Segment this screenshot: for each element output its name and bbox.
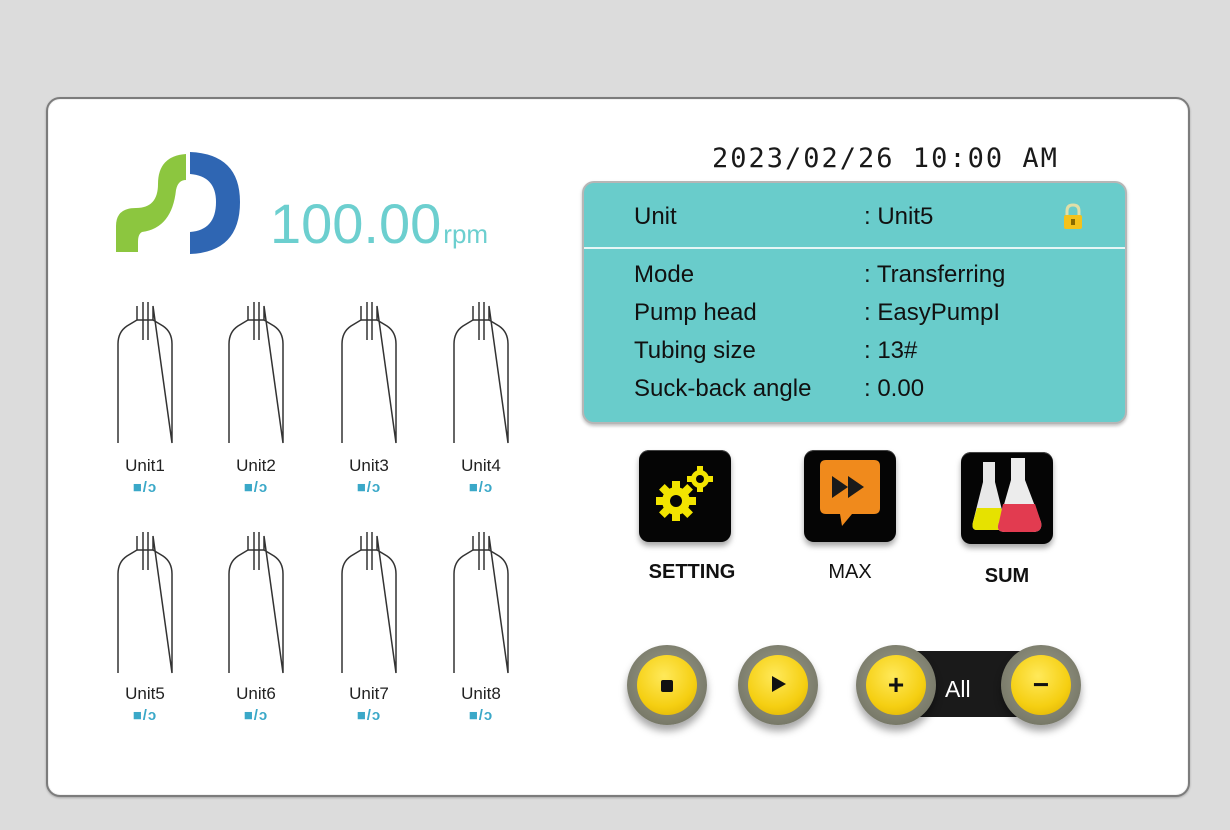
minus-icon: − [1032,669,1050,700]
bottle-8[interactable] [451,532,511,674]
setting-label: SETTING [648,561,736,583]
unit-status-stop-reverse[interactable]: ■/ↄ [216,479,296,496]
panel-row-value: : EasyPumpI [864,299,1001,326]
unit-status-stop-reverse[interactable]: ■/ↄ [329,707,409,724]
brand-logo [112,150,242,256]
unit-label: Unit5 [125,684,165,703]
panel-row-suck-back-angle: Suck-back angle : 0.00 [634,375,924,403]
unit-selector-label: All [945,676,971,702]
sum-button[interactable] [961,452,1053,544]
unit-label: Unit7 [349,684,389,703]
unit-status-stop-reverse[interactable]: ■/ↄ [105,479,185,496]
plus-button[interactable]: + [856,645,936,725]
panel-unit-value: : Unit5 [864,203,934,230]
unit-label: Unit8 [461,684,501,703]
unit-status-stop-reverse[interactable]: ■/ↄ [441,707,521,724]
lock-icon[interactable] [1062,203,1084,231]
panel-row-key: Mode [634,261,695,288]
panel-divider [584,247,1125,249]
panel-row-value: : 13# [864,337,918,364]
stop-button[interactable] [627,645,707,725]
play-button[interactable] [738,645,818,725]
unit-status-stop-reverse[interactable]: ■/ↄ [105,707,185,724]
speed-value: 100.00 [270,192,442,255]
panel-row-key: Tubing size [634,337,756,364]
panel-row-key: Suck-back angle [634,375,812,402]
unit-label: Unit2 [236,456,276,475]
play-icon [769,669,787,701]
unit-info-panel: Unit : Unit5 Mode : Transferring Pump head… [582,181,1127,424]
datetime-display: 2023/02/26 10:00 AM [712,143,1059,174]
setting-button[interactable] [639,450,731,542]
panel-unit-row[interactable]: Unit : Unit5 [634,203,933,231]
panel-row-value: : Transferring [864,261,1006,288]
unit-label: Unit1 [125,456,165,475]
stop-icon [659,669,675,701]
unit-status-stop-reverse[interactable]: ■/ↄ [216,707,296,724]
speed-unit: rpm [443,219,489,249]
panel-row-tubing-size: Tubing size : 13# [634,337,917,365]
unit-label: Unit6 [236,684,276,703]
flasks-icon [967,456,1047,541]
bottle-4[interactable] [451,302,511,444]
bottle-1[interactable] [115,302,175,444]
panel-row-pump-head: Pump head : EasyPumpI [634,299,1000,327]
panel-row-key: Pump head [634,299,757,326]
bottle-6[interactable] [226,532,286,674]
max-button[interactable] [804,450,896,542]
speed-readout: 100.00rpm [270,196,488,252]
unit-status-stop-reverse[interactable]: ■/ↄ [329,479,409,496]
bottle-5[interactable] [115,532,175,674]
unit-label: Unit4 [461,456,501,475]
sum-label: SUM [984,565,1030,587]
bottle-3[interactable] [339,302,399,444]
panel-row-value: : 0.00 [864,375,925,402]
bottle-2[interactable] [226,302,286,444]
fast-forward-icon [812,456,888,537]
minus-button[interactable]: − [1001,645,1081,725]
unit-status-stop-reverse[interactable]: ■/ↄ [441,479,521,496]
plus-icon: + [887,669,905,700]
unit-label: Unit3 [349,456,389,475]
panel-unit-key: Unit [634,203,677,230]
max-label: MAX [828,561,872,583]
bottle-7[interactable] [339,532,399,674]
gears-icon [650,459,720,534]
panel-row-mode: Mode : Transferring [634,261,1005,289]
